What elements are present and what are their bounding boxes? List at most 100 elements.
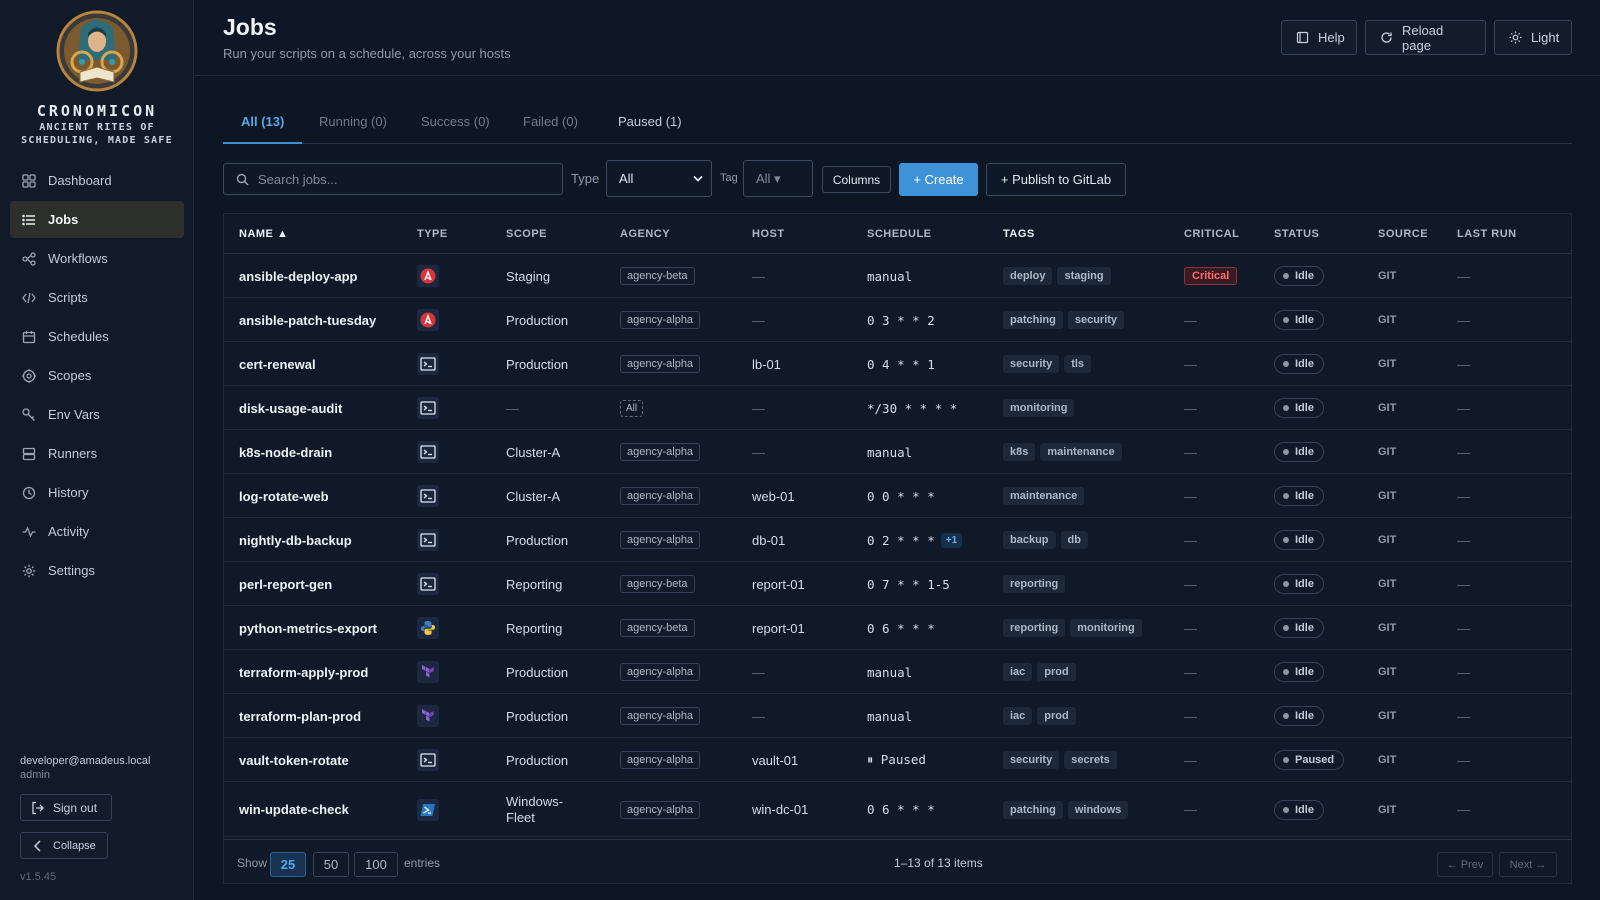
table-row[interactable]: log-rotate-web Cluster-A agency-alpha web-0… [224,474,1571,518]
job-name[interactable]: terraform-apply-prod [239,650,368,694]
search-input[interactable] [258,171,548,187]
publish-gitlab-button[interactable]: + Publish to GitLab [986,163,1126,196]
job-name[interactable]: ansible-deploy-app [239,254,357,298]
sidebar-item-runners[interactable]: Runners [10,435,184,472]
job-name[interactable]: ansible-patch-tuesday [239,298,376,342]
tag-chip[interactable]: reporting [1003,619,1066,637]
page-size-100-button[interactable]: 100 [354,852,398,877]
tab-all[interactable]: All (13) [223,103,303,144]
sidebar-item-history[interactable]: History [10,474,184,511]
cronomicon-logo[interactable] [56,10,138,92]
job-name[interactable]: python-metrics-export [239,606,377,650]
tag-chip[interactable]: prod [1037,663,1076,681]
job-name[interactable]: perl-report-gen [239,562,332,606]
job-name[interactable]: cert-renewal [239,342,316,386]
tab-failed[interactable]: Failed (0) [505,103,596,144]
job-name[interactable]: disk-usage-audit [239,386,342,430]
search-box[interactable] [223,163,563,195]
theme-toggle-button[interactable]: Light [1494,20,1572,55]
tag-chip[interactable]: iac [1003,707,1033,725]
tag-chip[interactable]: iac [1003,663,1033,681]
tag-filter-select[interactable]: All ▾ [743,160,813,197]
table-row[interactable]: disk-usage-audit — All — */30 * * * * monitor… [224,386,1571,430]
col-scope-header[interactable]: SCOPE [506,214,547,254]
tab-running[interactable]: Running (0) [301,103,405,144]
tag-chip[interactable]: patching [1003,800,1063,819]
tag-chip[interactable]: k8s [1003,443,1036,461]
job-name[interactable]: terraform-plan-prod [239,694,361,738]
table-row[interactable]: terraform-plan-prod Production agency-alph… [224,694,1571,738]
help-button[interactable]: Help [1281,20,1357,55]
sidebar-item-settings[interactable]: Settings [10,552,184,589]
sidebar-item-scripts[interactable]: Scripts [10,279,184,316]
reload-page-button[interactable]: Reload page [1365,20,1486,55]
table-row[interactable]: win-update-check Windows-Fleet agency-alph… [224,782,1571,837]
tag-chip[interactable]: secrets [1064,751,1117,769]
table-row[interactable]: cert-renewal Production agency-alpha lb-01 0… [224,342,1571,386]
tag-chip[interactable]: maintenance [1003,487,1085,505]
tag-chip[interactable]: tls [1064,355,1092,373]
page-size-50-button[interactable]: 50 [313,852,349,877]
type-filter-select[interactable]: All [606,160,712,197]
job-name[interactable]: win-update-check [239,782,349,837]
col-host-header[interactable]: HOST [752,214,785,254]
col-agency-header[interactable]: AGENCY [620,214,670,254]
prev-page-button[interactable]: ← Prev [1437,852,1493,877]
table-row[interactable]: terraform-apply-prod Production agency-alp… [224,650,1571,694]
sidebar-item-activity[interactable]: Activity [10,513,184,550]
sidebar-item-dashboard[interactable]: Dashboard [10,162,184,199]
tag-chip[interactable]: monitoring [1070,619,1142,637]
sidebar-item-env-vars[interactable]: Env Vars [10,396,184,433]
table-row[interactable]: ansible-deploy-app Staging agency-beta — man… [224,254,1571,298]
col-status-header[interactable]: STATUS [1274,214,1319,254]
tag-chip[interactable]: security [1003,751,1060,769]
job-source: GIT [1378,402,1397,414]
tag-chip[interactable]: windows [1067,800,1129,819]
col-critical-header[interactable]: CRITICAL [1184,214,1239,254]
table-row[interactable]: vault-token-rotate Production agency-alpha… [224,738,1571,782]
tag-chip[interactable]: monitoring [1003,399,1075,417]
powershell-icon [417,798,439,821]
next-page-button[interactable]: Next → [1499,852,1557,877]
tag-chip[interactable]: backup [1003,531,1056,549]
job-name[interactable]: vault-token-rotate [239,738,349,782]
table-row[interactable]: ansible-patch-tuesday Production agency-al… [224,298,1571,342]
col-name-header[interactable]: NAME ▲ [239,214,288,254]
col-type-header[interactable]: TYPE [417,214,448,254]
collapse-button[interactable]: Collapse [20,832,108,859]
table-row[interactable]: k8s-node-drain Cluster-A agency-alpha — manu… [224,430,1571,474]
col-source-header[interactable]: SOURCE [1378,214,1428,254]
sign-out-button[interactable]: Sign out [20,794,112,821]
sidebar-item-jobs[interactable]: Jobs [10,201,184,238]
tag-chip[interactable]: maintenance [1040,443,1122,461]
create-button[interactable]: + Create [899,163,978,196]
job-schedule: 0 2 * * * [867,532,935,548]
sidebar-item-workflows[interactable]: Workflows [10,240,184,277]
tag-chip[interactable]: security [1067,311,1125,329]
page-size-25-button[interactable]: 25 [270,852,306,877]
columns-button[interactable]: Columns [822,166,891,193]
tag-chip[interactable]: security [1003,355,1060,373]
tag-chip[interactable]: patching [1003,311,1063,329]
sidebar-item-schedules[interactable]: Schedules [10,318,184,355]
job-source: GIT [1378,358,1397,370]
job-name[interactable]: log-rotate-web [239,474,329,518]
tag-chip[interactable]: db [1060,531,1088,549]
col-schedule-header[interactable]: SCHEDULE [867,214,932,254]
tag-chip[interactable]: staging [1057,267,1111,285]
job-name[interactable]: nightly-db-backup [239,518,352,562]
job-name[interactable]: k8s-node-drain [239,430,332,474]
tag-chip[interactable]: reporting [1003,575,1066,593]
app-name: CRONOMICON [36,102,158,120]
schedule-more-badge[interactable]: +1 [940,532,963,548]
table-row[interactable]: python-metrics-export Reporting agency-bet… [224,606,1571,650]
col-last-run-header[interactable]: LAST RUN [1457,214,1517,254]
table-row[interactable]: nightly-db-backup Production agency-alpha d… [224,518,1571,562]
col-tags-header[interactable]: TAGS [1003,214,1035,254]
sidebar-item-scopes[interactable]: Scopes [10,357,184,394]
table-row[interactable]: perl-report-gen Reporting agency-beta repor… [224,562,1571,606]
tag-chip[interactable]: prod [1037,707,1076,725]
tab-paused[interactable]: Paused (1) [600,103,700,144]
tab-success[interactable]: Success (0) [403,103,508,144]
tag-chip[interactable]: deploy [1003,267,1053,285]
